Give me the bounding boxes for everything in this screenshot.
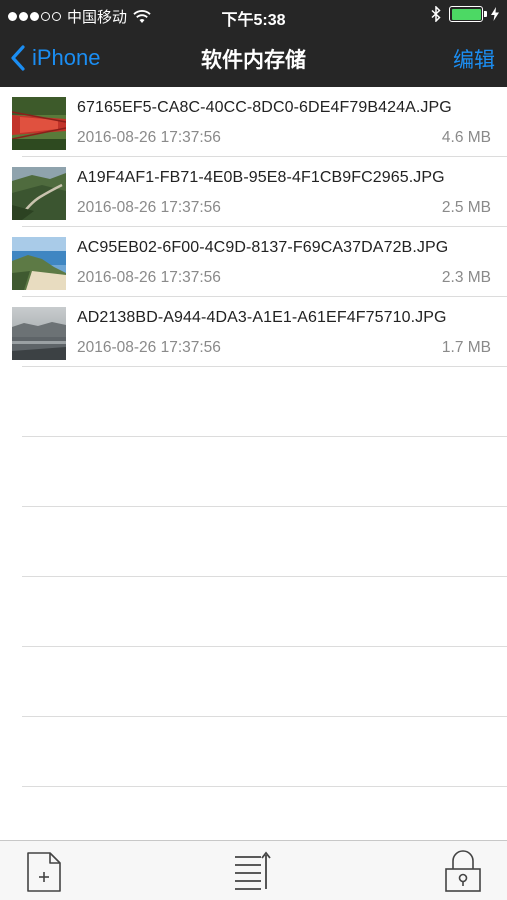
edit-button[interactable]: 编辑 [453,44,495,74]
image-thumbnail [12,97,66,150]
sort-list-button[interactable] [231,849,275,893]
file-size: 2.5 MB [441,199,491,216]
battery-icon [449,6,487,22]
navigation-bar: iPhone 软件内存储 编辑 [0,30,507,87]
bluetooth-icon [431,6,441,22]
sort-list-icon [235,851,271,890]
file-size: 1.7 MB [441,339,491,356]
page-title: 软件内存储 [201,49,306,72]
file-row[interactable]: AC95EB02-6F00-4C9D-8137-F69CA37DA72B.JPG… [0,227,507,297]
empty-row [0,717,507,787]
status-right [431,6,499,22]
empty-row [0,647,507,717]
file-date: 2016-08-26 17:37:56 [77,339,221,356]
file-date: 2016-08-26 17:37:56 [77,269,221,286]
empty-row [0,367,507,437]
image-thumbnail [12,237,66,290]
charging-icon [491,7,499,21]
add-file-button[interactable] [22,849,66,893]
status-bar: 中国移动 下午5:38 [0,0,507,30]
empty-row [0,507,507,577]
empty-row [0,577,507,647]
image-thumbnail [12,307,66,360]
file-row[interactable]: 67165EF5-CA8C-40CC-8DC0-6DE4F79B424A.JPG… [0,87,507,157]
file-name: A19F4AF1-FB71-4E0B-95E8-4F1CB9FC2965.JPG [77,169,445,186]
file-row[interactable]: A19F4AF1-FB71-4E0B-95E8-4F1CB9FC2965.JPG… [0,157,507,227]
file-name: AD2138BD-A944-4DA3-A1E1-A61EF4F75710.JPG [77,309,447,326]
file-list: 67165EF5-CA8C-40CC-8DC0-6DE4F79B424A.JPG… [0,87,507,787]
lock-icon [445,850,481,892]
file-name: 67165EF5-CA8C-40CC-8DC0-6DE4F79B424A.JPG [77,99,452,116]
add-file-icon [27,852,61,892]
file-size: 4.6 MB [441,129,491,146]
image-thumbnail [12,167,66,220]
bottom-toolbar [0,840,507,900]
file-date: 2016-08-26 17:37:56 [77,199,221,216]
file-date: 2016-08-26 17:37:56 [77,129,221,146]
file-row[interactable]: AD2138BD-A944-4DA3-A1E1-A61EF4F75710.JPG… [0,297,507,367]
lock-button[interactable] [441,849,485,893]
empty-row [0,437,507,507]
file-name: AC95EB02-6F00-4C9D-8137-F69CA37DA72B.JPG [77,239,449,256]
file-size: 2.3 MB [441,269,491,286]
